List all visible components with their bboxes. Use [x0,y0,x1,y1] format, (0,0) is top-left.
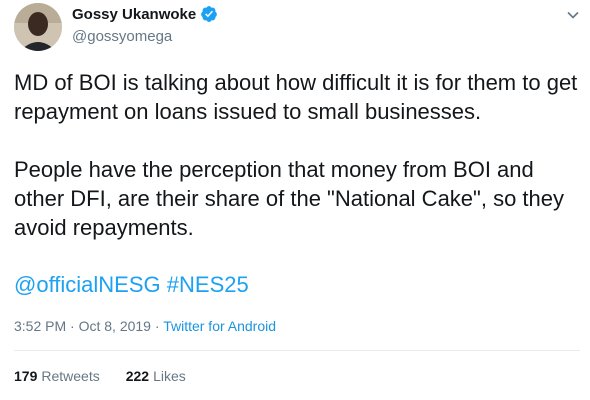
chevron-down-icon[interactable] [566,8,580,22]
tweet-stats: 179 Retweets 222 Likes [14,368,212,384]
tweet-hashtags: @officialNESG #NES25 [14,270,249,299]
tweet-time[interactable]: 3:52 PM [14,318,66,334]
avatar-image [14,3,62,51]
verified-badge-icon [200,5,218,23]
author-name-row: Gossy Ukanwoke [72,5,218,23]
hashtag-link[interactable]: #NES25 [167,272,249,297]
tweet-text: MD of BOI is talking about how difficult… [14,68,580,242]
tweet-card: Gossy Ukanwoke @gossyomega MD of BOI is … [0,0,590,400]
divider [14,350,580,351]
tweet-paragraph-1: MD of BOI is talking about how difficult… [14,70,578,124]
retweets-label: Retweets [41,368,100,384]
tweet-paragraph-2: People have the perception that money fr… [14,157,564,240]
mention-link[interactable]: @officialNESG [14,272,161,297]
tweet-source-link[interactable]: Twitter for Android [163,318,276,334]
author-handle[interactable]: @gossyomega [72,28,172,45]
retweets-count: 179 [14,368,38,384]
meta-separator: · [70,318,75,334]
meta-separator: · [154,318,160,334]
likes-count: 222 [125,368,150,384]
avatar[interactable] [14,3,62,51]
tweet-date[interactable]: Oct 8, 2019 [79,318,151,334]
tweet-meta: 3:52 PM · Oct 8, 2019 · Twitter for Andr… [14,318,276,334]
display-name[interactable]: Gossy Ukanwoke [72,6,196,23]
likes-stat[interactable]: 222 Likes [126,368,186,384]
likes-label: Likes [153,368,186,384]
retweets-stat[interactable]: 179 Retweets [14,368,100,384]
